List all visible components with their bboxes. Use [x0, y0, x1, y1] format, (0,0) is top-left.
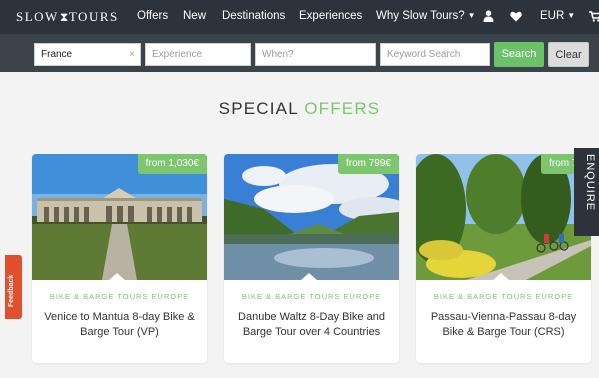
section-title: SPECIAL OFFERS: [0, 99, 599, 119]
experience-field[interactable]: Experience: [145, 43, 251, 66]
user-icon[interactable]: [483, 10, 494, 22]
card-category[interactable]: BIKE & BARGE TOURS EUROPE: [416, 292, 591, 301]
offer-card-danube-waltz[interactable]: from 799€ BIKE & BARGE TOURS EUROPE Danu…: [224, 154, 399, 363]
feedback-label: Feedback: [8, 274, 15, 307]
currency-label: EUR: [540, 10, 565, 22]
logo-text-right: TOURS: [68, 9, 119, 24]
card-notch: [492, 273, 510, 281]
nav-offers[interactable]: Offers: [137, 10, 168, 22]
enquire-label: ENQUIRE: [584, 154, 596, 212]
heart-icon[interactable]: [510, 11, 522, 22]
destination-field[interactable]: France ×: [34, 43, 141, 66]
clear-button[interactable]: Clear: [548, 42, 589, 67]
nav-why-slow-tours[interactable]: Why Slow Tours? ▼: [376, 10, 476, 22]
card-notch: [300, 273, 318, 281]
enquire-tab[interactable]: ENQUIRE: [574, 148, 599, 236]
search-bar: France × Experience When? Keyword Search…: [0, 34, 599, 72]
feedback-tab[interactable]: Feedback: [5, 255, 22, 319]
nav-new[interactable]: New: [183, 10, 206, 22]
card-notch: [108, 273, 126, 281]
price-badge: from 1,030€: [137, 154, 207, 174]
section-title-dark: SPECIAL: [218, 99, 299, 118]
card-title[interactable]: Venice to Mantua 8-day Bike & Barge Tour…: [42, 310, 197, 340]
chevron-down-icon: ▼: [467, 11, 476, 20]
card-category[interactable]: BIKE & BARGE TOURS EUROPE: [32, 292, 207, 301]
offer-card-venice-mantua[interactable]: from 1,030€ BIKE & BARGE TOURS EUROPE Ve…: [32, 154, 207, 363]
logo-text-left: SLOW: [16, 9, 59, 24]
nav-experiences[interactable]: Experiences: [299, 10, 362, 22]
currency-selector[interactable]: EUR ▼: [540, 10, 575, 22]
card-title[interactable]: Passau-Vienna-Passau 8-day Bike & Barge …: [426, 310, 581, 340]
when-field[interactable]: When?: [255, 43, 376, 66]
card-category[interactable]: BIKE & BARGE TOURS EUROPE: [224, 292, 399, 301]
section-title-accent: OFFERS: [304, 99, 381, 118]
top-nav: SLOW⧗TOURS Offers New Destinations Exper…: [0, 0, 599, 34]
hourglass-icon: ⧗: [59, 10, 70, 24]
search-button[interactable]: Search: [494, 42, 544, 67]
offer-card-passau-vienna[interactable]: from 75 BIKE & BARGE TOURS EUROPE Passau…: [416, 154, 591, 363]
cart-icon[interactable]: [589, 11, 599, 22]
keyword-search-input[interactable]: Keyword Search: [380, 43, 490, 66]
price-badge: from 799€: [337, 154, 399, 174]
destination-value: France: [41, 49, 73, 60]
chevron-down-icon: ▼: [567, 11, 576, 20]
nav-destinations[interactable]: Destinations: [222, 10, 285, 22]
close-icon[interactable]: ×: [129, 44, 135, 65]
card-title[interactable]: Danube Waltz 8-Day Bike and Barge Tour o…: [234, 310, 389, 340]
nav-why-label: Why Slow Tours?: [376, 10, 465, 22]
site-logo[interactable]: SLOW⧗TOURS: [16, 9, 119, 25]
